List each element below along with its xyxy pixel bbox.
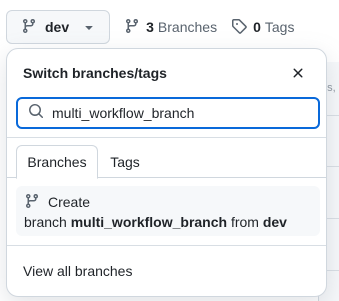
create-label: Create (48, 194, 91, 210)
tab-tags[interactable]: Tags (102, 145, 148, 178)
tags-count-link[interactable]: 0 Tags (231, 18, 294, 37)
new-branch-name: multi_workflow_branch (70, 214, 228, 230)
close-button[interactable] (286, 61, 310, 85)
create-from-word: from (230, 214, 259, 230)
create-prefix: branch (24, 214, 67, 230)
switch-branches-popover: Switch branches/tags Branches Tags Creat… (6, 48, 327, 297)
branch-tag-tabs: Branches Tags (7, 145, 326, 179)
source-branch-name: dev (262, 214, 287, 230)
create-branch-item[interactable]: Create branch multi_workflow_branch from… (16, 186, 320, 236)
branches-count-link[interactable]: 3 Branches (124, 18, 217, 37)
branch-filter-box (16, 97, 320, 129)
tab-branches[interactable]: Branches (16, 145, 98, 179)
x-icon (293, 68, 303, 78)
create-branch-description: branch multi_workflow_branch from dev (24, 214, 312, 230)
triangle-down-icon (81, 19, 97, 35)
branches-count: 3 (146, 19, 154, 35)
branches-label: Branches (157, 19, 218, 35)
branch-filter-input[interactable] (52, 105, 292, 121)
branch-toolbar: dev 3 Branches 0 Tags (6, 10, 294, 44)
tab-branches-label: Branches (27, 154, 87, 170)
current-branch-name: dev (45, 19, 70, 35)
header-divider (7, 137, 326, 138)
git-branch-icon (21, 18, 37, 37)
search-icon (28, 103, 44, 124)
popover-header: Switch branches/tags (7, 49, 326, 97)
git-branch-icon (24, 193, 40, 212)
tag-icon (231, 18, 247, 37)
tab-tags-label: Tags (110, 153, 140, 170)
tags-label: Tags (264, 19, 295, 35)
tags-count: 0 (253, 19, 261, 35)
git-branch-icon (124, 18, 140, 37)
view-all-branches-link[interactable]: View all branches (23, 263, 132, 279)
footer-divider (7, 245, 326, 246)
popover-title: Switch branches/tags (23, 65, 167, 81)
branch-select-button[interactable]: dev (6, 10, 111, 44)
